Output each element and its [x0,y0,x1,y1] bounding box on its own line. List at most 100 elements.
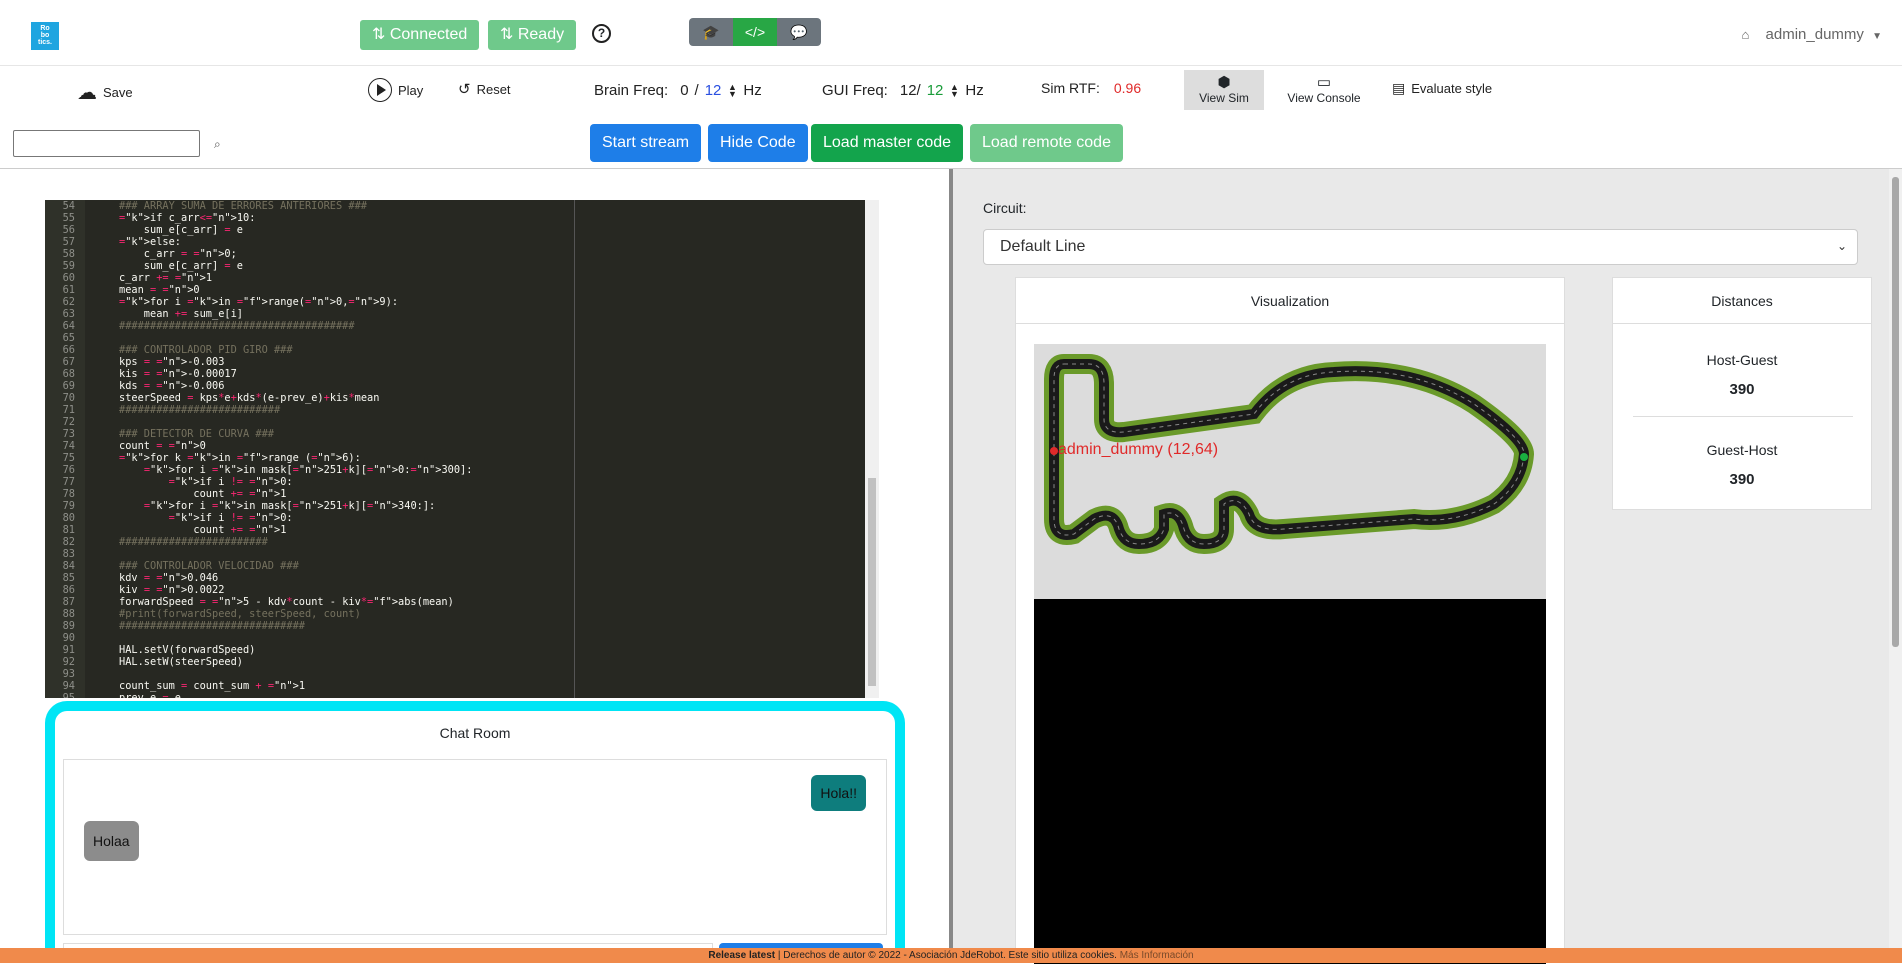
code-line[interactable]: forwardSpeed = ="n">5 - kdv*count - kiv*… [119,596,865,608]
line-number-gutter: 54 55 56 57 58 59 60 61 62 63 64 65 66 67 68 69 70 71 72 73… [45,200,85,698]
line-number: 56 [62,224,75,236]
code-line[interactable]: kiv = ="n">0.0022 [119,584,865,596]
page-scrollbar[interactable] [1889,169,1902,948]
line-number: 94 [62,680,75,692]
load-remote-code-button[interactable]: Load remote code [970,124,1123,162]
visualization-card: Visualization admin_dummy (12,64) [1015,277,1565,964]
page-scroll-thumb[interactable] [1892,177,1899,647]
code-line[interactable]: kis = ="n">-0.00017 [119,368,865,380]
code-line[interactable]: ="k">if c_arr<="n">10: [119,212,865,224]
gui-freq-stepper[interactable]: ▲ ▼ [949,82,959,98]
code-line[interactable]: HAL.setW(steerSpeed) [119,656,865,668]
line-number: 72 [62,416,75,428]
line-number: 63 [62,308,75,320]
code-line[interactable]: sum_e[c_arr] = e [119,224,865,236]
code-line[interactable]: ="k">for i ="k">in mask[="n">251+k][="n"… [119,500,865,512]
code-line[interactable]: ="k">if i != ="n">0: [119,512,865,524]
reset-button[interactable]: ↺ Reset [458,80,511,98]
code-line[interactable] [119,632,865,644]
code-line[interactable]: prev_e = e [119,692,865,698]
line-number: 84 [62,560,75,572]
code-line[interactable]: ###################################### [119,320,865,332]
code-line[interactable]: #print(forwardSpeed, steerSpeed, count) [119,608,865,620]
code-line[interactable]: count += ="n">1 [119,524,865,536]
gui-freq-input[interactable]: 12 [927,82,944,99]
code-line[interactable]: ="k">for k ="k">in ="f">range (="n">6): [119,452,865,464]
code-line[interactable]: sum_e[c_arr] = e [119,260,865,272]
evaluate-style-button[interactable]: ▤ Evaluate style [1392,80,1492,97]
graduation-cap-icon[interactable]: 🎓 [689,18,733,46]
line-number: 66 [62,344,75,356]
robotics-logo[interactable]: Ro bo tics. [31,22,59,50]
load-master-code-button[interactable]: Load master code [811,124,964,162]
code-line[interactable]: ="k">if i != ="n">0: [119,476,865,488]
code-line[interactable]: mean += sum_e[i] [119,308,865,320]
code-line[interactable]: c_arr = ="n">0; [119,248,865,260]
code-icon[interactable]: </> [733,18,777,46]
code-line[interactable] [119,668,865,680]
car-marker [1050,447,1058,455]
line-number: 60 [62,272,75,284]
line-number: 71 [62,404,75,416]
code-line[interactable]: HAL.setV(forwardSpeed) [119,644,865,656]
line-number: 69 [62,380,75,392]
view-sim-button[interactable]: ⬢ View Sim [1184,70,1264,110]
circuit-select[interactable]: Default Line ⌄ [983,229,1858,265]
code-line[interactable]: ######################## [119,536,865,548]
code-line[interactable]: kdv = ="n">0.046 [119,572,865,584]
code-line[interactable]: ########################## [119,404,865,416]
brain-freq-current: 0 [680,82,689,99]
code-line[interactable] [119,416,865,428]
code-line[interactable]: ### ARRAY SUMA DE ERRORES ANTERIORES ### [119,200,865,212]
chat-message-received: Holaa [84,821,139,861]
code-line[interactable] [119,548,865,560]
line-number: 81 [62,524,75,536]
chat-message-sent: Hola!! [811,775,866,811]
ready-status-button[interactable]: ⇅ Ready [488,20,577,50]
user-menu[interactable]: ⌂ admin_dummy ▼ [1742,26,1882,43]
code-line[interactable] [119,332,865,344]
code-line[interactable]: ############################## [119,620,865,632]
save-button[interactable]: ☁ Save [77,80,133,105]
search-icon[interactable]: ⌕ [214,137,221,152]
code-content[interactable]: ### ARRAY SUMA DE ERRORES ANTERIORES ###… [119,200,865,698]
host-guest-label: Host-Guest [1706,352,1778,368]
code-line[interactable]: count = ="n">0 [119,440,865,452]
help-icon[interactable]: ? [592,24,611,43]
code-line[interactable]: ="k">for i ="k">in ="f">range(="n">0,="n… [119,296,865,308]
circuit-label: Circuit: [983,200,1027,216]
code-line[interactable]: kds = ="n">-0.006 [119,380,865,392]
code-editor[interactable]: 54 55 56 57 58 59 60 61 62 63 64 65 66 67 68 69 70 71 72 73… [45,200,879,698]
code-line[interactable]: count_sum = count_sum + ="n">1 [119,680,865,692]
play-button[interactable]: Play [368,78,423,102]
code-line[interactable]: steerSpeed = kps*e+kds*(e-prev_e)+kis*me… [119,392,865,404]
code-line[interactable]: kps = ="n">-0.003 [119,356,865,368]
distances-divider [1633,416,1853,417]
code-line[interactable]: ="k">for i ="k">in mask[="n">251+k][="n"… [119,464,865,476]
editor-scroll-thumb[interactable] [868,478,876,686]
start-stream-button[interactable]: Start stream [590,124,702,162]
guest-host-value: 390 [1729,471,1755,488]
line-number: 73 [62,428,75,440]
hide-code-button[interactable]: Hide Code [708,124,808,162]
code-line[interactable]: ### DETECTOR DE CURVA ### [119,428,865,440]
footer-more-info-link[interactable]: Más Información [1120,950,1194,961]
code-line[interactable]: ### CONTROLADOR PID GIRO ### [119,344,865,356]
connected-status-button[interactable]: ⇅ Connected [360,20,480,50]
caret-down-icon: ▼ [1872,31,1882,42]
code-line[interactable]: mean = ="n">0 [119,284,865,296]
username: admin_dummy [1765,26,1864,43]
line-number: 90 [62,632,75,644]
code-line[interactable]: c_arr += ="n">1 [119,272,865,284]
code-line[interactable]: ="k">else: [119,236,865,248]
home-icon[interactable]: ⌂ [1742,27,1750,42]
code-line[interactable]: ### CONTROLADOR VELOCIDAD ### [119,560,865,572]
brain-freq-input[interactable]: 12 [705,82,722,99]
brain-freq-stepper[interactable]: ▲ ▼ [727,82,737,98]
chat-icon[interactable]: 💬 [777,18,821,46]
code-line[interactable]: count += ="n">1 [119,488,865,500]
view-console-button[interactable]: ▭ View Console [1280,70,1368,110]
search-input[interactable] [13,130,200,157]
line-number: 85 [62,572,75,584]
editor-scrollbar[interactable] [865,200,879,698]
